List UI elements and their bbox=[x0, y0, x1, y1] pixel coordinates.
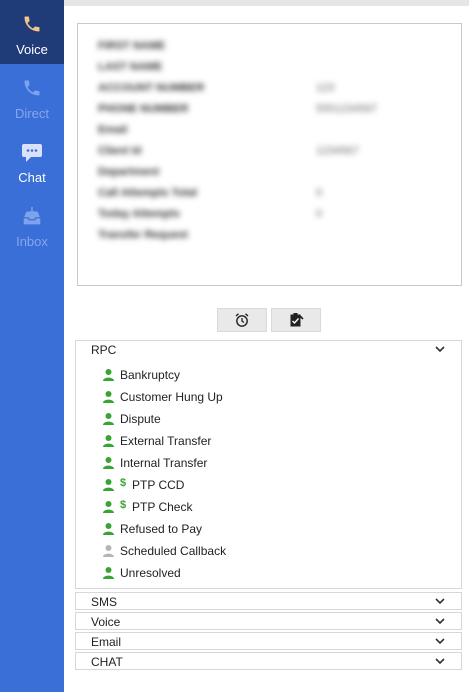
dollar-icon: $ bbox=[120, 499, 127, 511]
accordion-email-header[interactable]: Email bbox=[75, 632, 462, 650]
accordion-title: Voice bbox=[91, 615, 121, 629]
clipboard-check-icon bbox=[290, 313, 304, 327]
inbox-icon bbox=[0, 206, 64, 228]
accordion-title: SMS bbox=[91, 595, 118, 609]
alarm-clock-icon bbox=[235, 313, 249, 327]
sidebar-item-label: Voice bbox=[16, 42, 48, 57]
person-icon bbox=[103, 369, 114, 381]
person-icon bbox=[103, 457, 114, 469]
phone-icon bbox=[0, 78, 64, 100]
person-icon bbox=[103, 523, 114, 535]
accordion-chat-header[interactable]: CHAT bbox=[75, 652, 462, 670]
person-icon bbox=[103, 391, 114, 403]
accordion-title: CHAT bbox=[91, 655, 123, 669]
accordion-rpc-body: Bankruptcy Customer Hung Up Dispute Exte… bbox=[75, 357, 462, 589]
accordion-title: RPC bbox=[91, 343, 117, 357]
sidebar-item-voice[interactable]: Voice bbox=[0, 0, 64, 64]
person-icon bbox=[103, 545, 114, 557]
sidebar-item-label: Direct bbox=[15, 106, 49, 121]
person-icon bbox=[103, 567, 114, 579]
person-icon bbox=[103, 501, 114, 513]
alarm-button[interactable] bbox=[217, 308, 267, 332]
chevron-down-icon bbox=[435, 658, 445, 665]
accordion-title: Email bbox=[91, 635, 122, 649]
sidebar-item-chat[interactable]: Chat bbox=[0, 128, 64, 192]
chevron-down-icon bbox=[435, 346, 445, 353]
sidebar: Voice Direct Chat Inbox bbox=[0, 0, 64, 692]
top-strip bbox=[64, 0, 469, 6]
sidebar-item-label: Inbox bbox=[16, 234, 48, 249]
person-icon bbox=[103, 435, 114, 447]
sidebar-item-inbox[interactable]: Inbox bbox=[0, 192, 64, 256]
phone-icon bbox=[0, 14, 64, 36]
accordion-voice-header[interactable]: Voice bbox=[75, 612, 462, 630]
chat-icon bbox=[0, 142, 64, 164]
wrapup-button[interactable] bbox=[271, 308, 321, 332]
dollar-icon: $ bbox=[120, 477, 127, 489]
chevron-down-icon bbox=[435, 618, 445, 625]
accordion-sms-header[interactable]: SMS bbox=[75, 592, 462, 610]
chevron-down-icon bbox=[435, 638, 445, 645]
accordion-rpc-header[interactable]: RPC bbox=[75, 340, 462, 358]
sidebar-item-label: Chat bbox=[18, 170, 46, 185]
person-icon bbox=[103, 479, 114, 491]
person-icon bbox=[103, 413, 114, 425]
chevron-down-icon bbox=[435, 598, 445, 605]
contact-info-panel: FIRST NAME LAST NAME ACCOUNT NUMBER 123 P… bbox=[77, 23, 462, 286]
sidebar-item-direct[interactable]: Direct bbox=[0, 64, 64, 128]
